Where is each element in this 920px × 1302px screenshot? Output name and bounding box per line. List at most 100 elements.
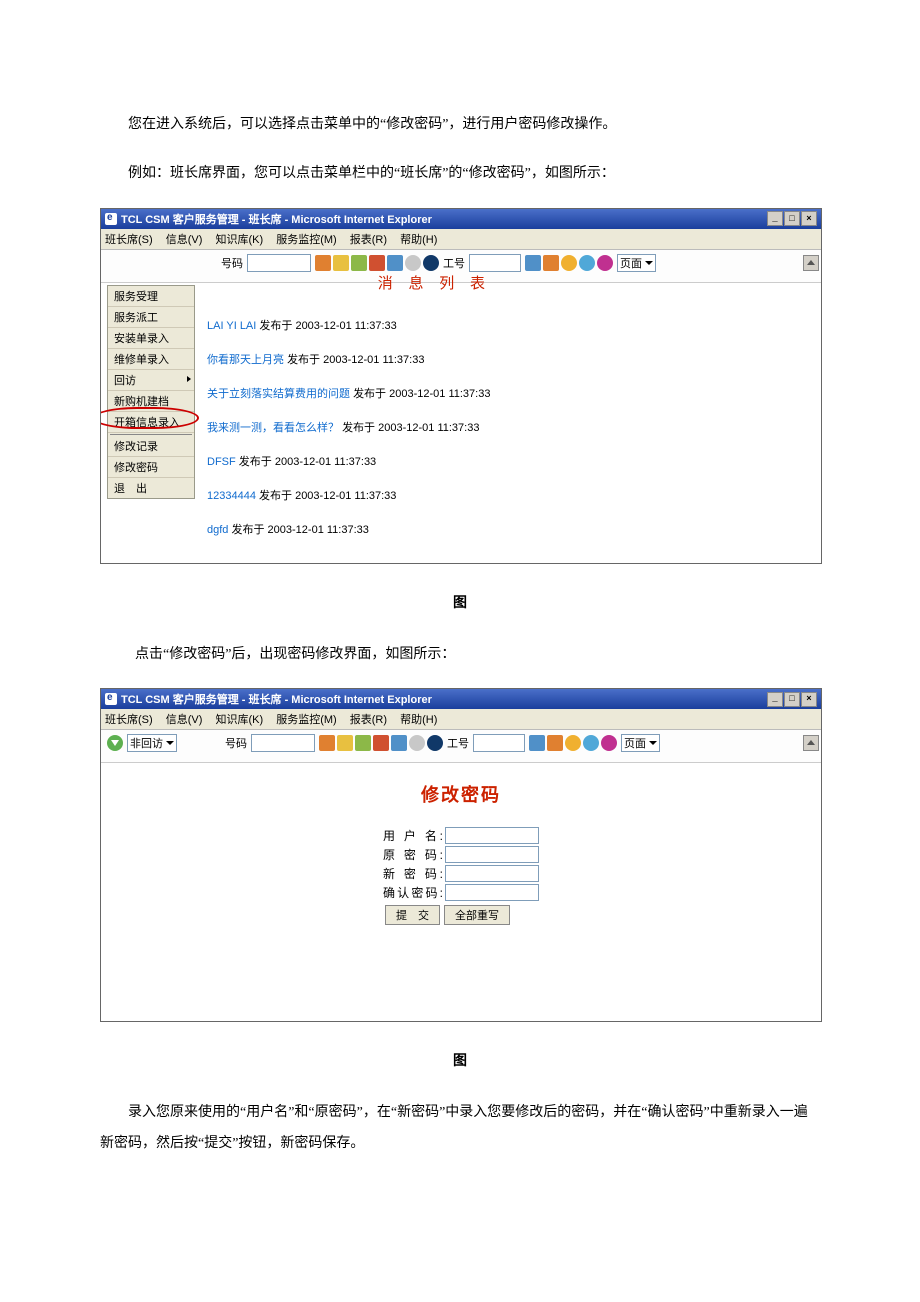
- toolbar-icon[interactable]: [387, 255, 403, 271]
- screenshot-1: TCL CSM 客户服务管理 - 班长席 - Microsoft Interne…: [100, 208, 822, 564]
- menu-item-install-entry[interactable]: 安装单录入: [108, 328, 194, 349]
- toolbar-icon[interactable]: [427, 735, 443, 751]
- toolbar-icon[interactable]: [337, 735, 353, 751]
- toolbar-icon[interactable]: [423, 255, 439, 271]
- label-username: 用 户 名:: [383, 827, 445, 844]
- menu-item-unbox-info[interactable]: 开箱信息录入: [108, 412, 194, 433]
- number-input[interactable]: [251, 734, 315, 752]
- page-dropdown[interactable]: 页面: [621, 734, 660, 752]
- visit-type-dropdown[interactable]: 非回访: [127, 734, 177, 752]
- toolbar-icon[interactable]: [529, 735, 545, 751]
- toolbar-icon[interactable]: [405, 255, 421, 271]
- page-label: 页面: [624, 735, 646, 751]
- toolbar-icon[interactable]: [565, 735, 581, 751]
- toolbar-label-number: 号码: [221, 255, 243, 271]
- menu-item-new-purchase[interactable]: 新购机建档: [108, 391, 194, 412]
- close-button[interactable]: ×: [801, 211, 817, 226]
- paragraph-2: 例如：班长席界面，您可以点击菜单栏中的“班长席”的“修改密码”，如图所示：: [100, 159, 820, 190]
- toolbar: 号码 工号: [101, 250, 821, 283]
- menu-item[interactable]: 服务监控(M): [276, 714, 337, 726]
- menu-item[interactable]: 知识库(K): [215, 234, 263, 246]
- scrollbar-up[interactable]: [803, 735, 819, 751]
- toolbar-icon[interactable]: [355, 735, 371, 751]
- number-input[interactable]: [247, 254, 311, 272]
- menu-item-repair-entry[interactable]: 维修单录入: [108, 349, 194, 370]
- input-confirm-password[interactable]: [445, 884, 539, 901]
- menu-item[interactable]: 帮助(H): [400, 234, 437, 246]
- menu-item-exit[interactable]: 退 出: [108, 478, 194, 498]
- menu-item-change-password[interactable]: 修改密码: [108, 457, 194, 478]
- toolbar-icon[interactable]: [543, 255, 559, 271]
- menu-item-revisit[interactable]: 回访: [108, 370, 194, 391]
- message-link[interactable]: 我来测一测，看看怎么样？: [207, 422, 339, 434]
- message-link[interactable]: dgfd: [207, 524, 228, 536]
- minimize-button[interactable]: _: [767, 692, 783, 707]
- maximize-button[interactable]: □: [784, 692, 800, 707]
- id-input[interactable]: [473, 734, 525, 752]
- menu-item[interactable]: 班长席(S): [105, 714, 153, 726]
- toolbar-icon[interactable]: [409, 735, 425, 751]
- close-button[interactable]: ×: [801, 692, 817, 707]
- toolbar-icon[interactable]: [369, 255, 385, 271]
- caret-down-icon: [645, 261, 653, 265]
- toolbar-icon[interactable]: [391, 735, 407, 751]
- toolbar-icon[interactable]: [601, 735, 617, 751]
- input-old-password[interactable]: [445, 846, 539, 863]
- minimize-button[interactable]: _: [767, 211, 783, 226]
- screenshot-2: TCL CSM 客户服务管理 - 班长席 - Microsoft Interne…: [100, 688, 822, 1022]
- toolbar-icon[interactable]: [315, 255, 331, 271]
- toolbar-icon[interactable]: [579, 255, 595, 271]
- menu-item-modify-record[interactable]: 修改记录: [108, 436, 194, 457]
- message-row: 你看那天上月亮 发布于 2003-12-01 11:37:33: [207, 351, 821, 367]
- menu-item[interactable]: 帮助(H): [400, 714, 437, 726]
- menubar[interactable]: 班长席(S) 信息(V) 知识库(K) 服务监控(M) 报表(R) 帮助(H): [101, 709, 821, 730]
- toolbar-icon[interactable]: [597, 255, 613, 271]
- ie-icon: [105, 693, 117, 705]
- id-input[interactable]: [469, 254, 521, 272]
- menu-item[interactable]: 班长席(S): [105, 234, 153, 246]
- form-row-username: 用 户 名:: [383, 827, 539, 844]
- toolbar-icon[interactable]: [547, 735, 563, 751]
- input-username[interactable]: [445, 827, 539, 844]
- change-password-form: 用 户 名: 原 密 码: 新 密 码: 确认密码: 提 交 全部重: [383, 825, 539, 925]
- figure-caption-2: 图: [100, 1050, 820, 1070]
- menu-item[interactable]: 服务监控(M): [276, 234, 337, 246]
- page-dropdown[interactable]: 页面: [617, 254, 656, 272]
- menu-item-service-dispatch[interactable]: 服务派工: [108, 307, 194, 328]
- maximize-button[interactable]: □: [784, 211, 800, 226]
- toolbar-icon[interactable]: [373, 735, 389, 751]
- window-titlebar: TCL CSM 客户服务管理 - 班长席 - Microsoft Interne…: [101, 689, 821, 709]
- toolbar-icon[interactable]: [351, 255, 367, 271]
- reset-button[interactable]: 全部重写: [444, 905, 510, 925]
- message-link[interactable]: LAI YI LAI: [207, 320, 256, 332]
- message-meta: 发布于 2003-12-01 11:37:33: [239, 456, 376, 468]
- submit-button[interactable]: 提 交: [385, 905, 440, 925]
- toolbar-icon[interactable]: [561, 255, 577, 271]
- label-old-password: 原 密 码:: [383, 846, 445, 863]
- menu-item[interactable]: 信息(V): [166, 234, 203, 246]
- menu-item[interactable]: 报表(R): [350, 714, 387, 726]
- figure-caption-1: 图: [100, 592, 820, 612]
- input-new-password[interactable]: [445, 865, 539, 882]
- menu-item[interactable]: 信息(V): [166, 714, 203, 726]
- ie-icon: [105, 213, 117, 225]
- message-link[interactable]: 你看那天上月亮: [207, 354, 284, 366]
- menu-item[interactable]: 知识库(K): [215, 714, 263, 726]
- menu-item[interactable]: 报表(R): [350, 234, 387, 246]
- toolbar-icon[interactable]: [319, 735, 335, 751]
- message-link[interactable]: 关于立刻落实结算费用的问题: [207, 388, 350, 400]
- arrow-down-icon[interactable]: [107, 735, 123, 751]
- scrollbar-up[interactable]: [803, 255, 819, 271]
- form-row-new-password: 新 密 码:: [383, 865, 539, 882]
- menu-item-service-accept[interactable]: 服务受理: [108, 286, 194, 307]
- message-meta: 发布于 2003-12-01 11:37:33: [342, 422, 479, 434]
- message-link[interactable]: DFSF: [207, 456, 236, 468]
- toolbar-icon[interactable]: [583, 735, 599, 751]
- toolbar-icon[interactable]: [333, 255, 349, 271]
- toolbar-icons: [315, 255, 439, 271]
- message-link[interactable]: 12334444: [207, 490, 256, 502]
- caret-down-icon: [649, 741, 657, 745]
- paragraph-1: 您在进入系统后，可以选择点击菜单中的“修改密码”，进行用户密码修改操作。: [100, 110, 820, 141]
- menubar[interactable]: 班长席(S) 信息(V) 知识库(K) 服务监控(M) 报表(R) 帮助(H): [101, 229, 821, 250]
- toolbar-icon[interactable]: [525, 255, 541, 271]
